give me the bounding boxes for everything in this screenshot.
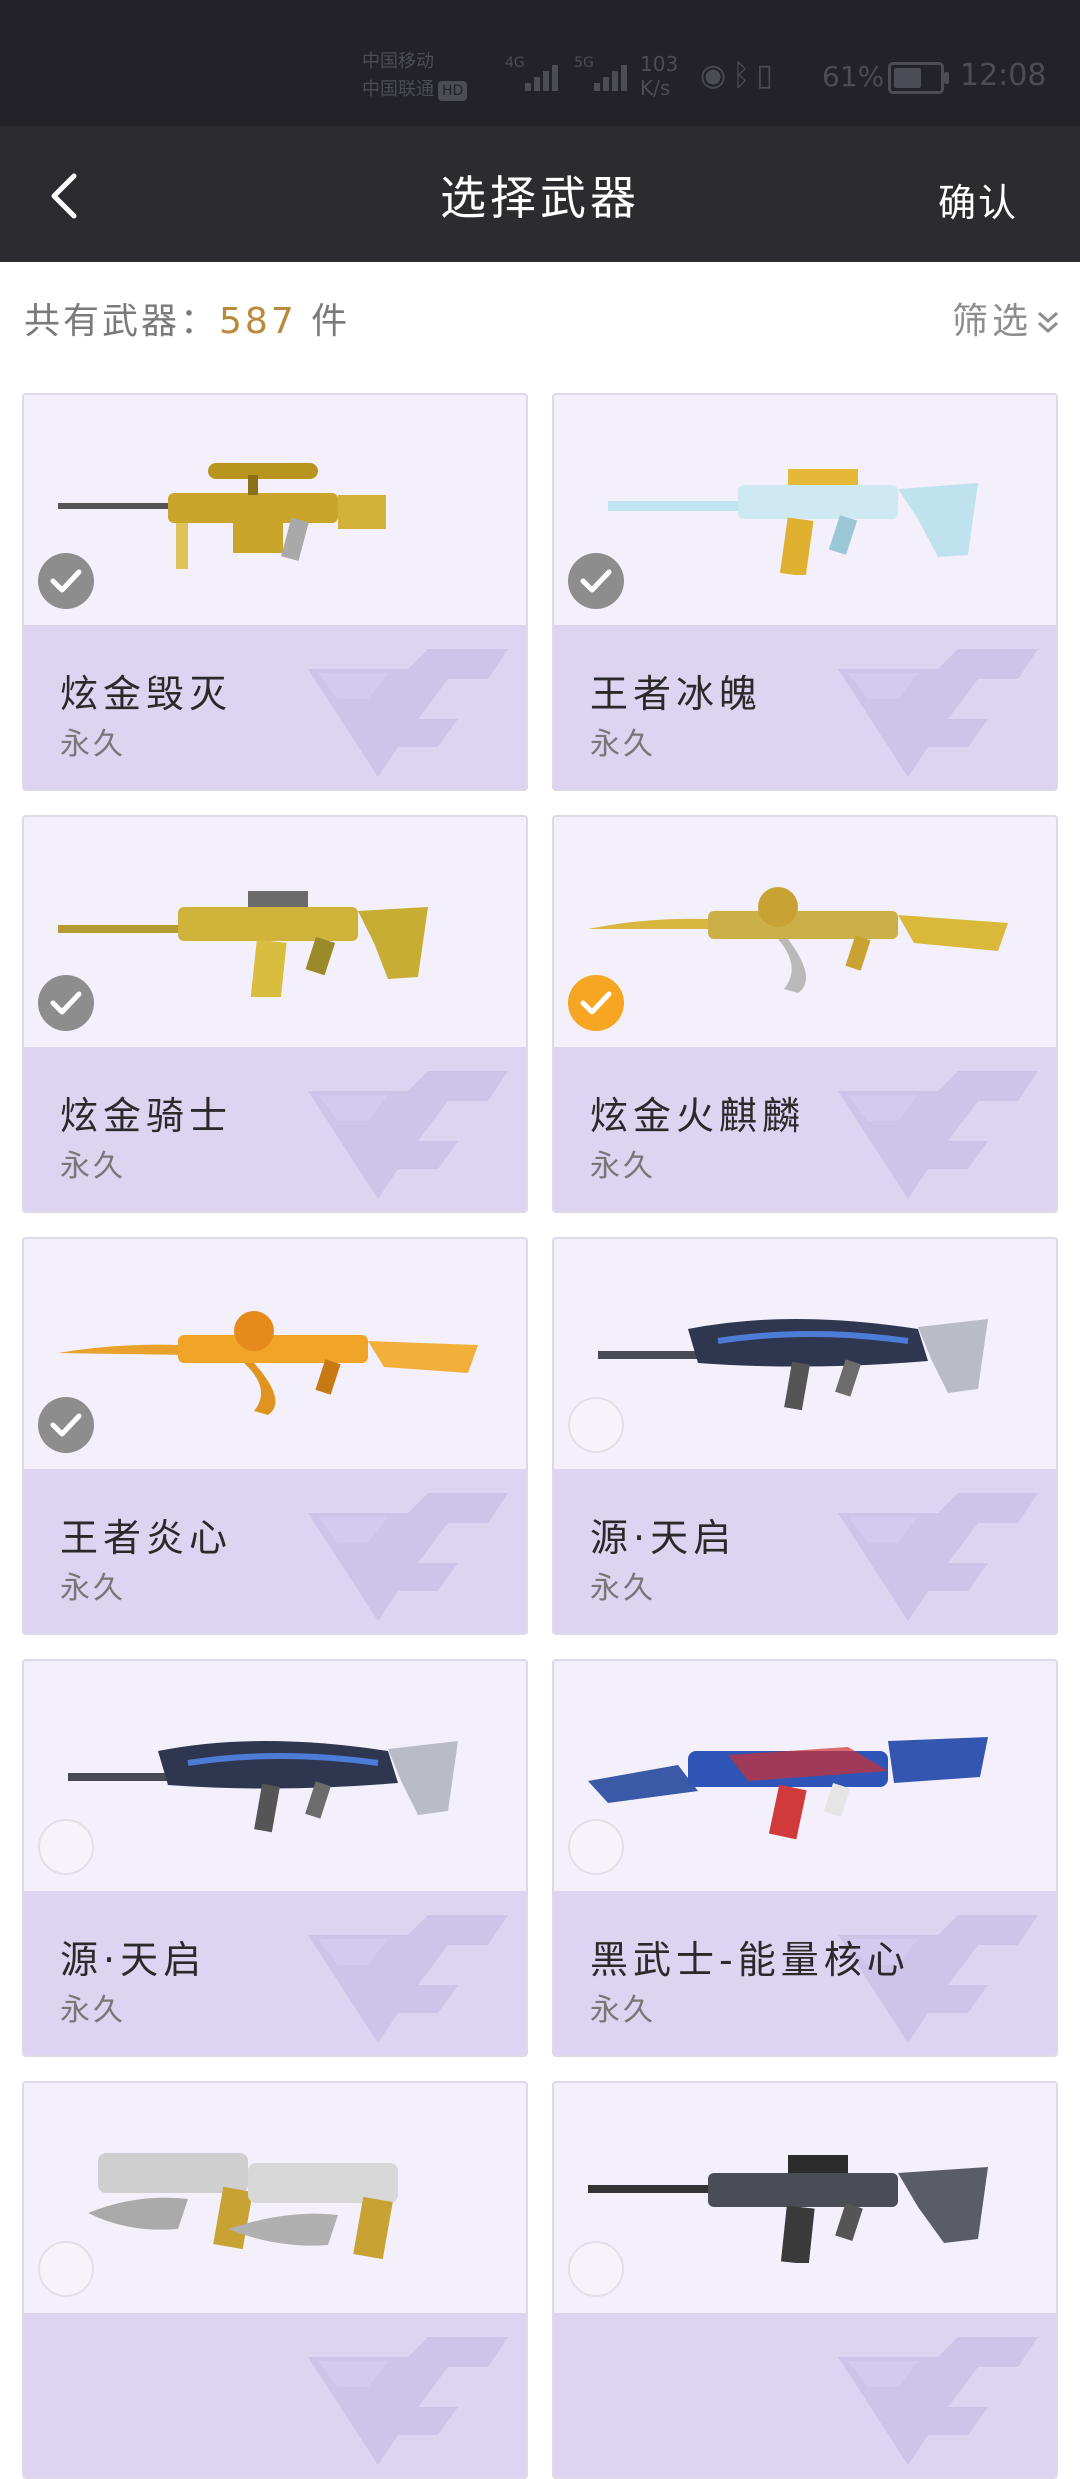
count-suffix: 件 <box>296 301 351 342</box>
clock: 12:08 <box>960 58 1047 93</box>
weapon-card[interactable]: 源·天启永久 <box>552 1237 1058 1635</box>
carrier-info: 中国移动 中国联通 HD <box>362 48 468 104</box>
weapon-name: 源·天启 <box>590 1516 737 1560</box>
filter-button[interactable]: 筛选 <box>952 292 1060 344</box>
weapon-duration: 永久 <box>590 1571 656 1606</box>
weapon-card[interactable]: 王者冰魄 永久 <box>552 393 1058 791</box>
weapon-image <box>58 2133 498 2263</box>
weapon-info: 王者冰魄 永久 <box>554 625 1056 789</box>
checkmark-circle-icon[interactable] <box>568 553 624 609</box>
network-speed: 103 K/s <box>640 52 678 100</box>
weapon-count: 587 <box>219 301 297 342</box>
weapon-info: 王者炎心 永久 <box>24 1469 526 1633</box>
weapon-info: 炫金毁灭 永久 <box>24 625 526 789</box>
weapon-name: 炫金骑士 <box>60 1094 233 1138</box>
system-icons: ◉ᛒ▯ <box>700 58 779 93</box>
weapon-duration: 永久 <box>60 1149 126 1184</box>
signal-indicators: 4G 5G <box>505 55 638 99</box>
double-chevron-down-icon <box>1038 311 1058 334</box>
unchecked-circle-icon[interactable] <box>568 1819 624 1875</box>
weapon-image <box>58 867 498 1001</box>
battery-percent: 61% <box>822 60 885 93</box>
weapon-info <box>24 2313 526 2477</box>
checkmark-circle-icon[interactable] <box>38 1397 94 1453</box>
weapon-name: 源·天启 <box>60 1938 207 1982</box>
page-title: 选择武器 <box>440 171 640 225</box>
weapon-card[interactable] <box>22 2081 528 2479</box>
carrier-1: 中国移动 <box>362 51 434 72</box>
vibrate-icon: ▯ <box>756 58 779 93</box>
weapon-card[interactable]: 王者炎心 永久 <box>22 1237 528 1635</box>
weapon-card[interactable] <box>552 2081 1058 2479</box>
weapon-image <box>58 445 498 575</box>
weapon-image <box>58 1711 498 1841</box>
signal-icon-2: 5G <box>574 55 632 95</box>
weapon-count-summary: 共有武器：587 件 <box>24 292 350 344</box>
weapon-card[interactable]: 炫金骑士 永久 <box>22 815 528 1213</box>
weapon-image <box>588 2133 1028 2265</box>
network-speed-value: 103 <box>640 52 679 76</box>
count-prefix: 共有武器： <box>24 301 220 342</box>
weapon-card[interactable]: 炫金毁灭 永久 <box>22 393 528 791</box>
weapon-duration: 永久 <box>60 727 126 762</box>
battery-fill <box>894 68 921 88</box>
weapon-info: 源·天启永久 <box>24 1891 526 2055</box>
unchecked-circle-icon[interactable] <box>568 1397 624 1453</box>
navigation-bar: 选择武器 确认 <box>0 126 1080 262</box>
weapon-image-area <box>24 817 526 1047</box>
checkmark-circle-icon[interactable] <box>38 975 94 1031</box>
weapon-image-area <box>554 817 1056 1047</box>
weapon-name: 炫金火麒麟 <box>590 1094 806 1138</box>
weapon-image <box>588 1711 1028 1841</box>
weapon-duration: 永久 <box>590 1149 656 1184</box>
weapon-info: 黑武士-能量核心永久 <box>554 1891 1056 2055</box>
weapon-name: 王者冰魄 <box>590 672 763 716</box>
bluetooth-icon: ᛒ <box>732 58 757 93</box>
hd-badge: HD <box>438 81 468 101</box>
weapon-image-area <box>24 1239 526 1469</box>
signal-2-label: 5G <box>574 55 594 71</box>
weapon-card[interactable]: 源·天启永久 <box>22 1659 528 2057</box>
weapon-name: 炫金毁灭 <box>60 672 233 716</box>
weapon-image-area <box>24 2083 526 2313</box>
weapon-image-area <box>24 395 526 625</box>
signal-icon-1: 4G <box>505 55 563 95</box>
carrier-2: 中国联通 <box>362 79 434 100</box>
battery-icon <box>888 62 949 94</box>
weapon-image-area <box>554 395 1056 625</box>
confirm-button[interactable]: 确认 <box>938 172 1018 227</box>
unchecked-circle-icon[interactable] <box>568 2241 624 2297</box>
weapon-image-area <box>554 2083 1056 2313</box>
checkmark-circle-icon[interactable] <box>568 975 624 1031</box>
weapon-name: 王者炎心 <box>60 1516 233 1560</box>
weapon-duration: 永久 <box>60 1993 126 2028</box>
weapon-name: 黑武士-能量核心 <box>590 1938 910 1982</box>
unchecked-circle-icon[interactable] <box>38 2241 94 2297</box>
filter-label: 筛选 <box>951 301 1032 342</box>
weapon-info: 炫金骑士 永久 <box>24 1047 526 1211</box>
eye-icon: ◉ <box>700 58 733 93</box>
unchecked-circle-icon[interactable] <box>38 1819 94 1875</box>
weapon-duration: 永久 <box>590 727 656 762</box>
weapon-card[interactable]: 黑武士-能量核心永久 <box>552 1659 1058 2057</box>
weapon-image-area <box>554 1661 1056 1891</box>
weapon-duration: 永久 <box>60 1571 126 1606</box>
weapon-duration: 永久 <box>590 1993 656 2028</box>
weapon-image <box>588 1289 1028 1419</box>
weapon-image-area <box>24 1661 526 1891</box>
weapon-info: 炫金火麒麟 永久 <box>554 1047 1056 1211</box>
weapon-image <box>58 1289 498 1419</box>
network-speed-unit: K/s <box>640 76 671 100</box>
status-bar: 中国移动 中国联通 HD 4G 5G 103 K/s ◉ᛒ▯ 61% 12:08 <box>0 0 1080 126</box>
weapon-image <box>588 445 1028 577</box>
weapon-image <box>588 867 1028 997</box>
weapon-info: 源·天启永久 <box>554 1469 1056 1633</box>
weapon-info <box>554 2313 1056 2477</box>
checkmark-circle-icon[interactable] <box>38 553 94 609</box>
signal-1-label: 4G <box>505 55 525 71</box>
weapon-image-area <box>554 1239 1056 1469</box>
weapon-card[interactable]: 炫金火麒麟 永久 <box>552 815 1058 1213</box>
